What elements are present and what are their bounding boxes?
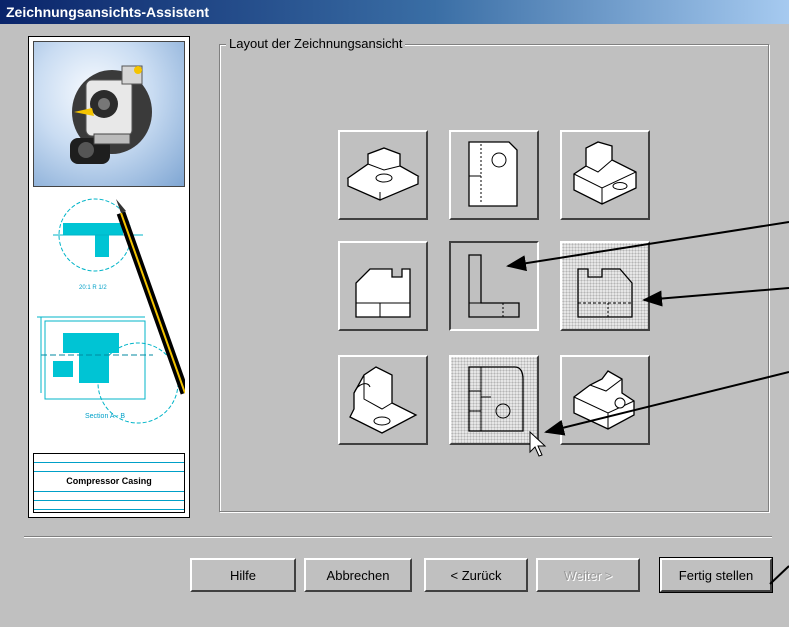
top-view-icon bbox=[468, 141, 518, 207]
iso-top-right-icon bbox=[573, 141, 637, 205]
button-separator bbox=[24, 536, 772, 538]
title-bar[interactable]: Zeichnungsansichts-Assistent bbox=[0, 0, 789, 24]
view-button-top[interactable] bbox=[449, 130, 539, 220]
view-button-iso-bottom-left[interactable] bbox=[338, 355, 428, 445]
cancel-button[interactable]: Abbrechen bbox=[304, 558, 412, 592]
layout-groupbox-label: Layout der Zeichnungsansicht bbox=[226, 36, 406, 51]
title-block-part-name: Compressor Casing bbox=[34, 472, 184, 492]
finish-button[interactable]: Fertig stellen bbox=[659, 557, 773, 593]
bottom-view-icon bbox=[468, 366, 524, 432]
detail-label: 20:1 R 1/2 bbox=[79, 285, 107, 291]
view-button-iso-bottom-right[interactable] bbox=[560, 355, 650, 445]
iso-bottom-left-icon bbox=[349, 366, 418, 434]
part-render-image bbox=[33, 41, 185, 187]
drawing-preview-panel: 20:1 R 1/2 Section A - B Compressor Casi… bbox=[28, 36, 190, 518]
section-label: Section A - B bbox=[85, 413, 125, 420]
view-button-iso-top-left[interactable] bbox=[338, 130, 428, 220]
iso-top-left-icon bbox=[346, 147, 420, 201]
view-button-left[interactable] bbox=[338, 241, 428, 331]
view-button-bottom[interactable] bbox=[449, 355, 539, 445]
left-view-icon bbox=[355, 268, 411, 318]
next-button[interactable]: Weiter > bbox=[536, 558, 640, 592]
view-button-front[interactable] bbox=[449, 241, 539, 331]
help-button[interactable]: Hilfe bbox=[190, 558, 296, 592]
view-button-right[interactable] bbox=[560, 241, 650, 331]
front-view-icon bbox=[468, 254, 520, 318]
drawing-sheet-preview: 20:1 R 1/2 Section A - B bbox=[33, 193, 185, 451]
iso-bottom-right-icon bbox=[573, 370, 635, 430]
right-view-icon bbox=[577, 268, 633, 318]
back-button[interactable]: < Zurück bbox=[424, 558, 528, 592]
view-button-iso-top-right[interactable] bbox=[560, 130, 650, 220]
title-block: Compressor Casing bbox=[33, 453, 185, 513]
window-title: Zeichnungsansichts-Assistent bbox=[6, 4, 210, 20]
